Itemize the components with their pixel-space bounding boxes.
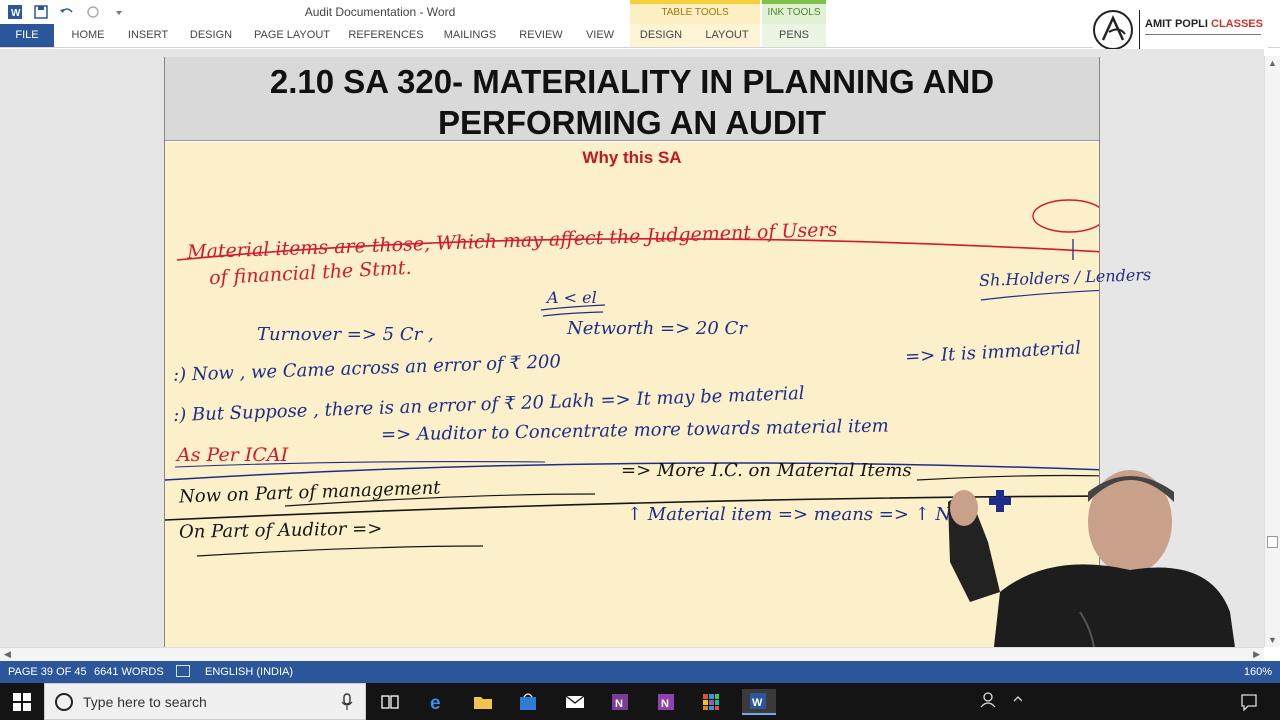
window-title: Audit Documentation - Word: [304, 5, 456, 19]
ink-turnover: Turnover => 5 Cr ,: [257, 324, 434, 345]
svg-text:N: N: [661, 698, 669, 710]
ink-more-ic: => More I.C. on Material Items: [621, 460, 912, 481]
ink-a-bracket: A < el: [547, 288, 597, 307]
ink-material-nte: ↑ Material item => means => ↑ NTE: [627, 504, 977, 525]
quick-access-toolbar: W: [6, 3, 128, 21]
notifications-icon[interactable]: [1235, 689, 1263, 715]
onenote-alt-icon[interactable]: N: [653, 689, 681, 715]
language[interactable]: ENGLISH (INDIA): [205, 666, 293, 678]
file-explorer-icon[interactable]: [469, 689, 497, 715]
table-tools-group: TABLE TOOLS: [630, 0, 760, 24]
horizontal-scrollbar[interactable]: ◀ ▶: [0, 647, 1264, 661]
ink-tools-label: INK TOOLS: [767, 7, 821, 18]
apps-grid-icon[interactable]: [697, 689, 725, 715]
ink-networth: Networth => 20 Cr: [567, 318, 747, 339]
windows-logo-icon: [13, 692, 31, 711]
system-tray[interactable]: [976, 689, 1026, 715]
scroll-up-icon[interactable]: ▲: [1268, 58, 1277, 68]
word-count[interactable]: 6641 WORDS: [94, 666, 164, 678]
task-view-icon[interactable]: [376, 689, 404, 715]
tab-review[interactable]: REVIEW: [514, 24, 568, 47]
redo-icon[interactable]: [84, 3, 102, 21]
tab-insert[interactable]: INSERT: [122, 24, 174, 47]
svg-text:e: e: [430, 693, 441, 712]
tab-references[interactable]: REFERENCES: [346, 24, 426, 47]
tab-file[interactable]: FILE: [0, 24, 54, 47]
tab-mailings[interactable]: MAILINGS: [436, 24, 504, 47]
tab-design[interactable]: DESIGN: [184, 24, 238, 47]
taskbar-search[interactable]: Type here to search: [44, 683, 366, 720]
cortana-icon: [55, 693, 73, 711]
customize-qat-icon[interactable]: [110, 3, 128, 21]
scroll-down-icon[interactable]: ▼: [1268, 635, 1277, 645]
heading-table-cell: 2.10 SA 320- MATERIALITY IN PLANNING AND…: [165, 57, 1099, 141]
onenote-icon[interactable]: N: [607, 689, 635, 715]
edge-browser-icon[interactable]: e: [424, 689, 452, 715]
store-icon[interactable]: [514, 689, 542, 715]
svg-text:W: W: [11, 8, 21, 19]
ink-on-part-auditor: On Part of Auditor =>: [178, 518, 383, 543]
logo-text: AMIT POPLI CLASSES: [1145, 18, 1263, 30]
ink-as-per-icai: As Per ICAI: [177, 444, 289, 466]
scroll-right-icon[interactable]: ▶: [1253, 649, 1260, 660]
people-icon[interactable]: [976, 689, 1023, 711]
tab-home[interactable]: HOME: [64, 24, 112, 47]
vertical-scrollbar[interactable]: ▲ ▼: [1264, 56, 1280, 647]
logo-emblem-icon: [1093, 10, 1133, 50]
title-bar: W Audit Documentation - Word TABLE TOOLS…: [0, 0, 1280, 24]
undo-icon[interactable]: [58, 3, 76, 21]
start-button[interactable]: [0, 683, 44, 720]
tab-table-design[interactable]: DESIGN: [634, 24, 688, 47]
word-app-icon[interactable]: W: [6, 3, 24, 21]
windows-taskbar: Type here to search e N N W: [0, 683, 1280, 720]
save-icon[interactable]: [32, 3, 50, 21]
tab-table-layout[interactable]: LAYOUT: [700, 24, 754, 47]
tab-page-layout[interactable]: PAGE LAYOUT: [248, 24, 336, 47]
svg-text:W: W: [752, 697, 763, 709]
table-tools-label: TABLE TOOLS: [661, 7, 729, 18]
page-count[interactable]: PAGE 39 OF 45: [8, 666, 87, 678]
section-heading: 2.10 SA 320- MATERIALITY IN PLANNING AND…: [269, 63, 995, 141]
scroll-thumb[interactable]: [1267, 536, 1278, 548]
scroll-left-icon[interactable]: ◀: [4, 649, 11, 660]
search-placeholder: Type here to search: [83, 694, 207, 710]
tab-pens[interactable]: PENS: [768, 24, 820, 47]
channel-logo: AMIT POPLI CLASSES: [1093, 8, 1268, 52]
ink-tools-group: INK TOOLS: [762, 0, 826, 24]
word-taskbar-icon[interactable]: W: [742, 689, 776, 715]
ribbon-tabs: FILE HOME INSERT DESIGN PAGE LAYOUT REFE…: [0, 24, 1280, 48]
status-bar: PAGE 39 OF 45 6641 WORDS ENGLISH (INDIA)…: [0, 661, 1280, 683]
proofing-icon[interactable]: [176, 665, 190, 677]
svg-text:N: N: [615, 698, 623, 710]
microphone-icon[interactable]: [341, 693, 353, 711]
tab-view[interactable]: VIEW: [578, 24, 622, 47]
zoom-level[interactable]: 160%: [1244, 666, 1272, 678]
mail-icon[interactable]: [561, 689, 589, 715]
